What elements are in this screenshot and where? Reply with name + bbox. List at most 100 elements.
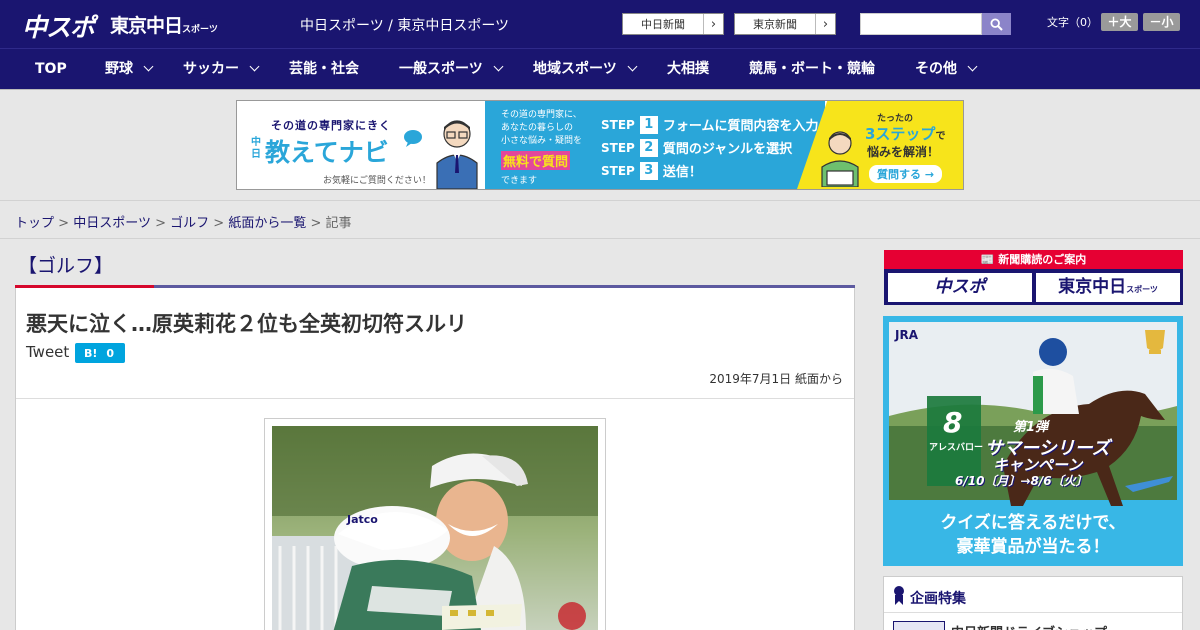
font-smaller-button[interactable]: －小 [1143, 13, 1180, 31]
font-larger-button[interactable]: ＋大 [1101, 13, 1138, 31]
subscribe-chuspo[interactable]: 中スポ [888, 273, 1032, 302]
chevron-down-icon [493, 61, 504, 72]
subscription-header-label: 新聞購読のご案内 [998, 253, 1087, 266]
banner-step-2: STEP 2 質問のジャンルを選択 [601, 138, 792, 157]
breadcrumb: トップ > 中日スポーツ > ゴルフ > 紙面から一覧 > 記事 [15, 212, 352, 231]
nav-label: 大相撲 [667, 61, 709, 77]
nav-label: 芸能・社会 [289, 61, 359, 77]
banner-ask-label: 質問する [877, 168, 921, 181]
newspaper-icon: 📰 [980, 253, 995, 266]
step-word: STEP [601, 117, 635, 132]
tokyo-logo-text: 東京中日 [110, 15, 183, 37]
banner-mid-text: その道の専門家に、 あなたの暮らしの 小さな悩み・疑問を [501, 109, 582, 148]
nav-label: サッカー [183, 61, 239, 77]
nav-divider [0, 89, 1200, 90]
jra-summer-series-ad[interactable]: JRA 8 アレスバロー 第1弾 サマーシリーズ キャンペーン 6/10〔月〕→… [883, 316, 1183, 566]
banner-middle-panel: その道の専門家に、 あなたの暮らしの 小さな悩み・疑問を 無料で質問 できます … [485, 101, 825, 189]
search-button[interactable] [982, 13, 1011, 35]
nav-item-sumo[interactable]: 大相撲 [667, 49, 709, 90]
banner-free-highlight: 無料で質問 [501, 151, 571, 170]
breadcrumb-chunichi-sports[interactable]: 中日スポーツ [73, 216, 151, 231]
nav-item-entertainment[interactable]: 芸能・社会 [289, 49, 359, 90]
tokyo-shimbun-button[interactable]: 東京新聞 › [734, 13, 836, 35]
site-header: 中スポ 東京中日スポーツ 中日スポーツ / 東京中日スポーツ 中日新聞 › 東京… [0, 0, 1200, 48]
expert-person-icon [436, 120, 478, 189]
subscribe-tokyo-label: 東京中日 [1058, 277, 1127, 297]
step-number: 3 [639, 161, 658, 180]
banner-caption: その道の専門家にきく [271, 119, 391, 132]
breadcrumb-sep: > [213, 216, 225, 231]
article-divider [16, 398, 854, 399]
person-laptop-icon [821, 131, 859, 187]
nav-item-top[interactable]: TOP [35, 49, 67, 90]
chuspo-logo[interactable]: 中スポ [22, 8, 95, 44]
site-links[interactable]: 中日スポーツ / 東京中日スポーツ [300, 15, 509, 35]
subscribe-tokyo-sub: スポーツ [1126, 285, 1158, 294]
banner-three-steps: 3ステップ [865, 125, 936, 143]
subscribe-tokyo-chunichi[interactable]: 東京中日スポーツ [1036, 273, 1180, 302]
feature-thumbnail[interactable] [893, 621, 945, 630]
jra-series-number: 第1弾 [1013, 420, 1049, 435]
nav-label: 競馬・ボート・競輪 [749, 61, 875, 77]
breadcrumb-sep: > [310, 216, 322, 231]
banner-note: お気軽にご質問ください！ [323, 176, 431, 186]
golfers-hug-photo: Jatco [272, 426, 598, 630]
tokyo-chunichi-logo[interactable]: 東京中日スポーツ [110, 11, 218, 38]
jra-cta-line1: クイズに答えるだけで、 [940, 513, 1126, 533]
nav-item-regional-sports[interactable]: 地域スポーツ [533, 49, 638, 90]
breadcrumb-sep: > [155, 216, 166, 231]
oshiete-navi-banner[interactable]: その道の専門家にきく 中日 教えてナビ お気軽にご質問ください！ その道の専門家… [236, 100, 964, 190]
jra-logo: JRA [895, 328, 918, 342]
speech-bubble-icon [404, 130, 422, 147]
step-text: 質問のジャンルを選択 [662, 142, 793, 157]
search-input[interactable] [860, 13, 982, 35]
article-top-bar-accent [15, 285, 154, 288]
nav-item-baseball[interactable]: 野球 [105, 49, 154, 90]
breadcrumb-current: 記事 [325, 216, 352, 231]
chevron-down-icon [249, 61, 260, 72]
hatena-bookmark-button[interactable]: B! 0 [75, 343, 125, 363]
banner-brand-small: 中日 [251, 137, 261, 160]
step-number: 2 [639, 138, 658, 157]
hatena-count: 0 [106, 346, 115, 360]
nav-item-general-sports[interactable]: 一般スポーツ [399, 49, 504, 90]
article-photo[interactable]: Jatco [272, 426, 598, 630]
banner-left-panel: その道の専門家にきく 中日 教えてナビ お気軽にご質問ください！ [237, 101, 485, 189]
tokyo-shimbun-label: 東京新聞 [753, 18, 797, 31]
nav-item-soccer[interactable]: サッカー [183, 49, 260, 90]
banner-mid-line: あなたの暮らしの [501, 123, 574, 133]
arrow-right-icon: → [924, 168, 935, 181]
banner-mid-tail: できます [501, 176, 538, 186]
chevron-down-icon [143, 61, 154, 72]
breadcrumb-bar: トップ > 中日スポーツ > ゴルフ > 紙面から一覧 > 記事 [0, 200, 1200, 239]
step-number: 1 [639, 115, 658, 134]
feature-item-link[interactable]: 中日新聞ドライブショップ [951, 622, 1107, 630]
main-nav: TOP 野球 サッカー 芸能・社会 一般スポーツ 地域スポーツ 大相撲 競馬・ボ… [0, 48, 1200, 89]
banner-right-sub: 悩みを解消！ [867, 145, 940, 159]
banner-brand: 教えてナビ [265, 138, 389, 167]
chunichi-shimbun-button[interactable]: 中日新聞 › [622, 13, 724, 35]
article-category: 【ゴルフ】 [18, 255, 114, 277]
nav-item-other[interactable]: その他 [915, 49, 978, 90]
breadcrumb-sep: > [58, 216, 70, 231]
nav-label: 地域スポーツ [533, 61, 617, 77]
jra-horse-number: 8 [943, 406, 963, 439]
tokyo-logo-sub: スポーツ [182, 25, 218, 35]
tweet-button[interactable]: Tweet [26, 343, 69, 361]
subscription-header: 📰 新聞購読のご案内 [884, 250, 1183, 269]
banner-step-3: STEP 3 送信！ [601, 161, 702, 180]
breadcrumb-golf[interactable]: ゴルフ [170, 216, 209, 231]
feature-title: 企画特集 [910, 591, 966, 607]
banner-right-big: 3ステップで [865, 123, 945, 144]
nav-label: 一般スポーツ [399, 61, 483, 77]
step-word: STEP [601, 140, 635, 155]
breadcrumb-top[interactable]: トップ [15, 216, 54, 231]
breadcrumb-paper-list[interactable]: 紙面から一覧 [228, 216, 306, 231]
article-dateline: 2019年7月1日 紙面から [709, 372, 843, 386]
nav-item-racing[interactable]: 競馬・ボート・競輪 [749, 49, 875, 90]
hatena-b-icon: B! [84, 346, 98, 360]
banner-right-de: で [935, 131, 946, 142]
nav-label: TOP [35, 61, 67, 77]
nav-label: その他 [915, 61, 957, 77]
jra-horse-name: アレスバロー [929, 443, 984, 453]
